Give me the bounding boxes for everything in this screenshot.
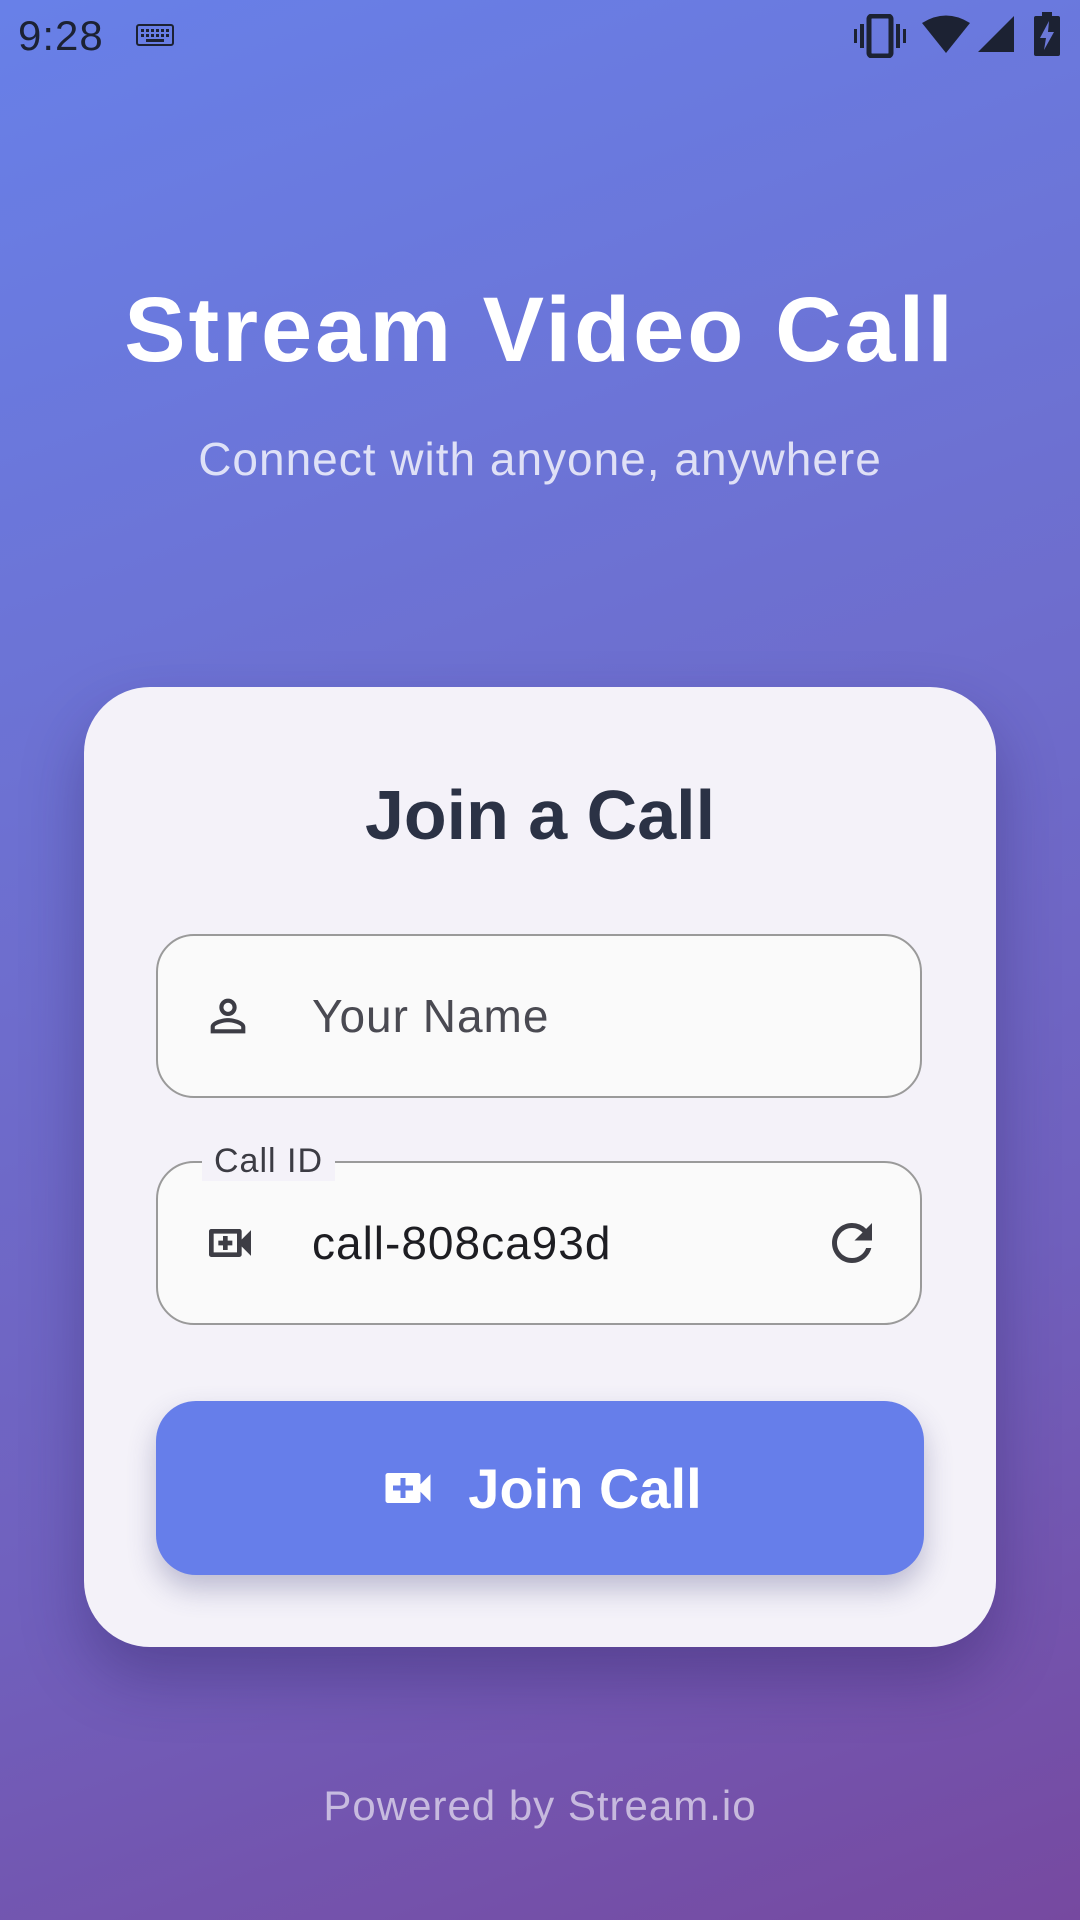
join-call-button-label: Join Call — [468, 1456, 702, 1520]
card-title: Join a Call — [364, 776, 716, 854]
battery-charging-icon — [1034, 12, 1060, 56]
app-title: Stream Video Call — [124, 279, 956, 381]
signal-icon — [978, 16, 1014, 52]
name-input-placeholder: Your Name — [312, 990, 550, 1042]
status-bar: 9:28 — [0, 0, 1080, 72]
video-call-icon — [209, 1229, 251, 1257]
name-input[interactable]: Your Name — [156, 934, 922, 1098]
keyboard-icon — [136, 24, 174, 46]
join-call-card: Join a Call Your Name call-808ca93d Call… — [84, 687, 996, 1647]
status-time: 9:28 — [18, 12, 104, 59]
vibrate-icon — [854, 14, 906, 58]
refresh-icon[interactable] — [822, 1213, 882, 1273]
video-call-icon — [385, 1473, 431, 1503]
call-id-value: call-808ca93d — [312, 1217, 612, 1269]
wifi-icon — [922, 15, 970, 53]
footer-powered-by: Powered by Stream.io — [323, 1782, 757, 1829]
person-icon — [210, 998, 246, 1034]
app-subtitle: Connect with anyone, anywhere — [198, 433, 882, 485]
join-call-button[interactable]: Join Call — [156, 1401, 924, 1575]
call-id-input[interactable]: call-808ca93d — [156, 1161, 922, 1325]
call-id-label: Call ID — [202, 1142, 336, 1181]
